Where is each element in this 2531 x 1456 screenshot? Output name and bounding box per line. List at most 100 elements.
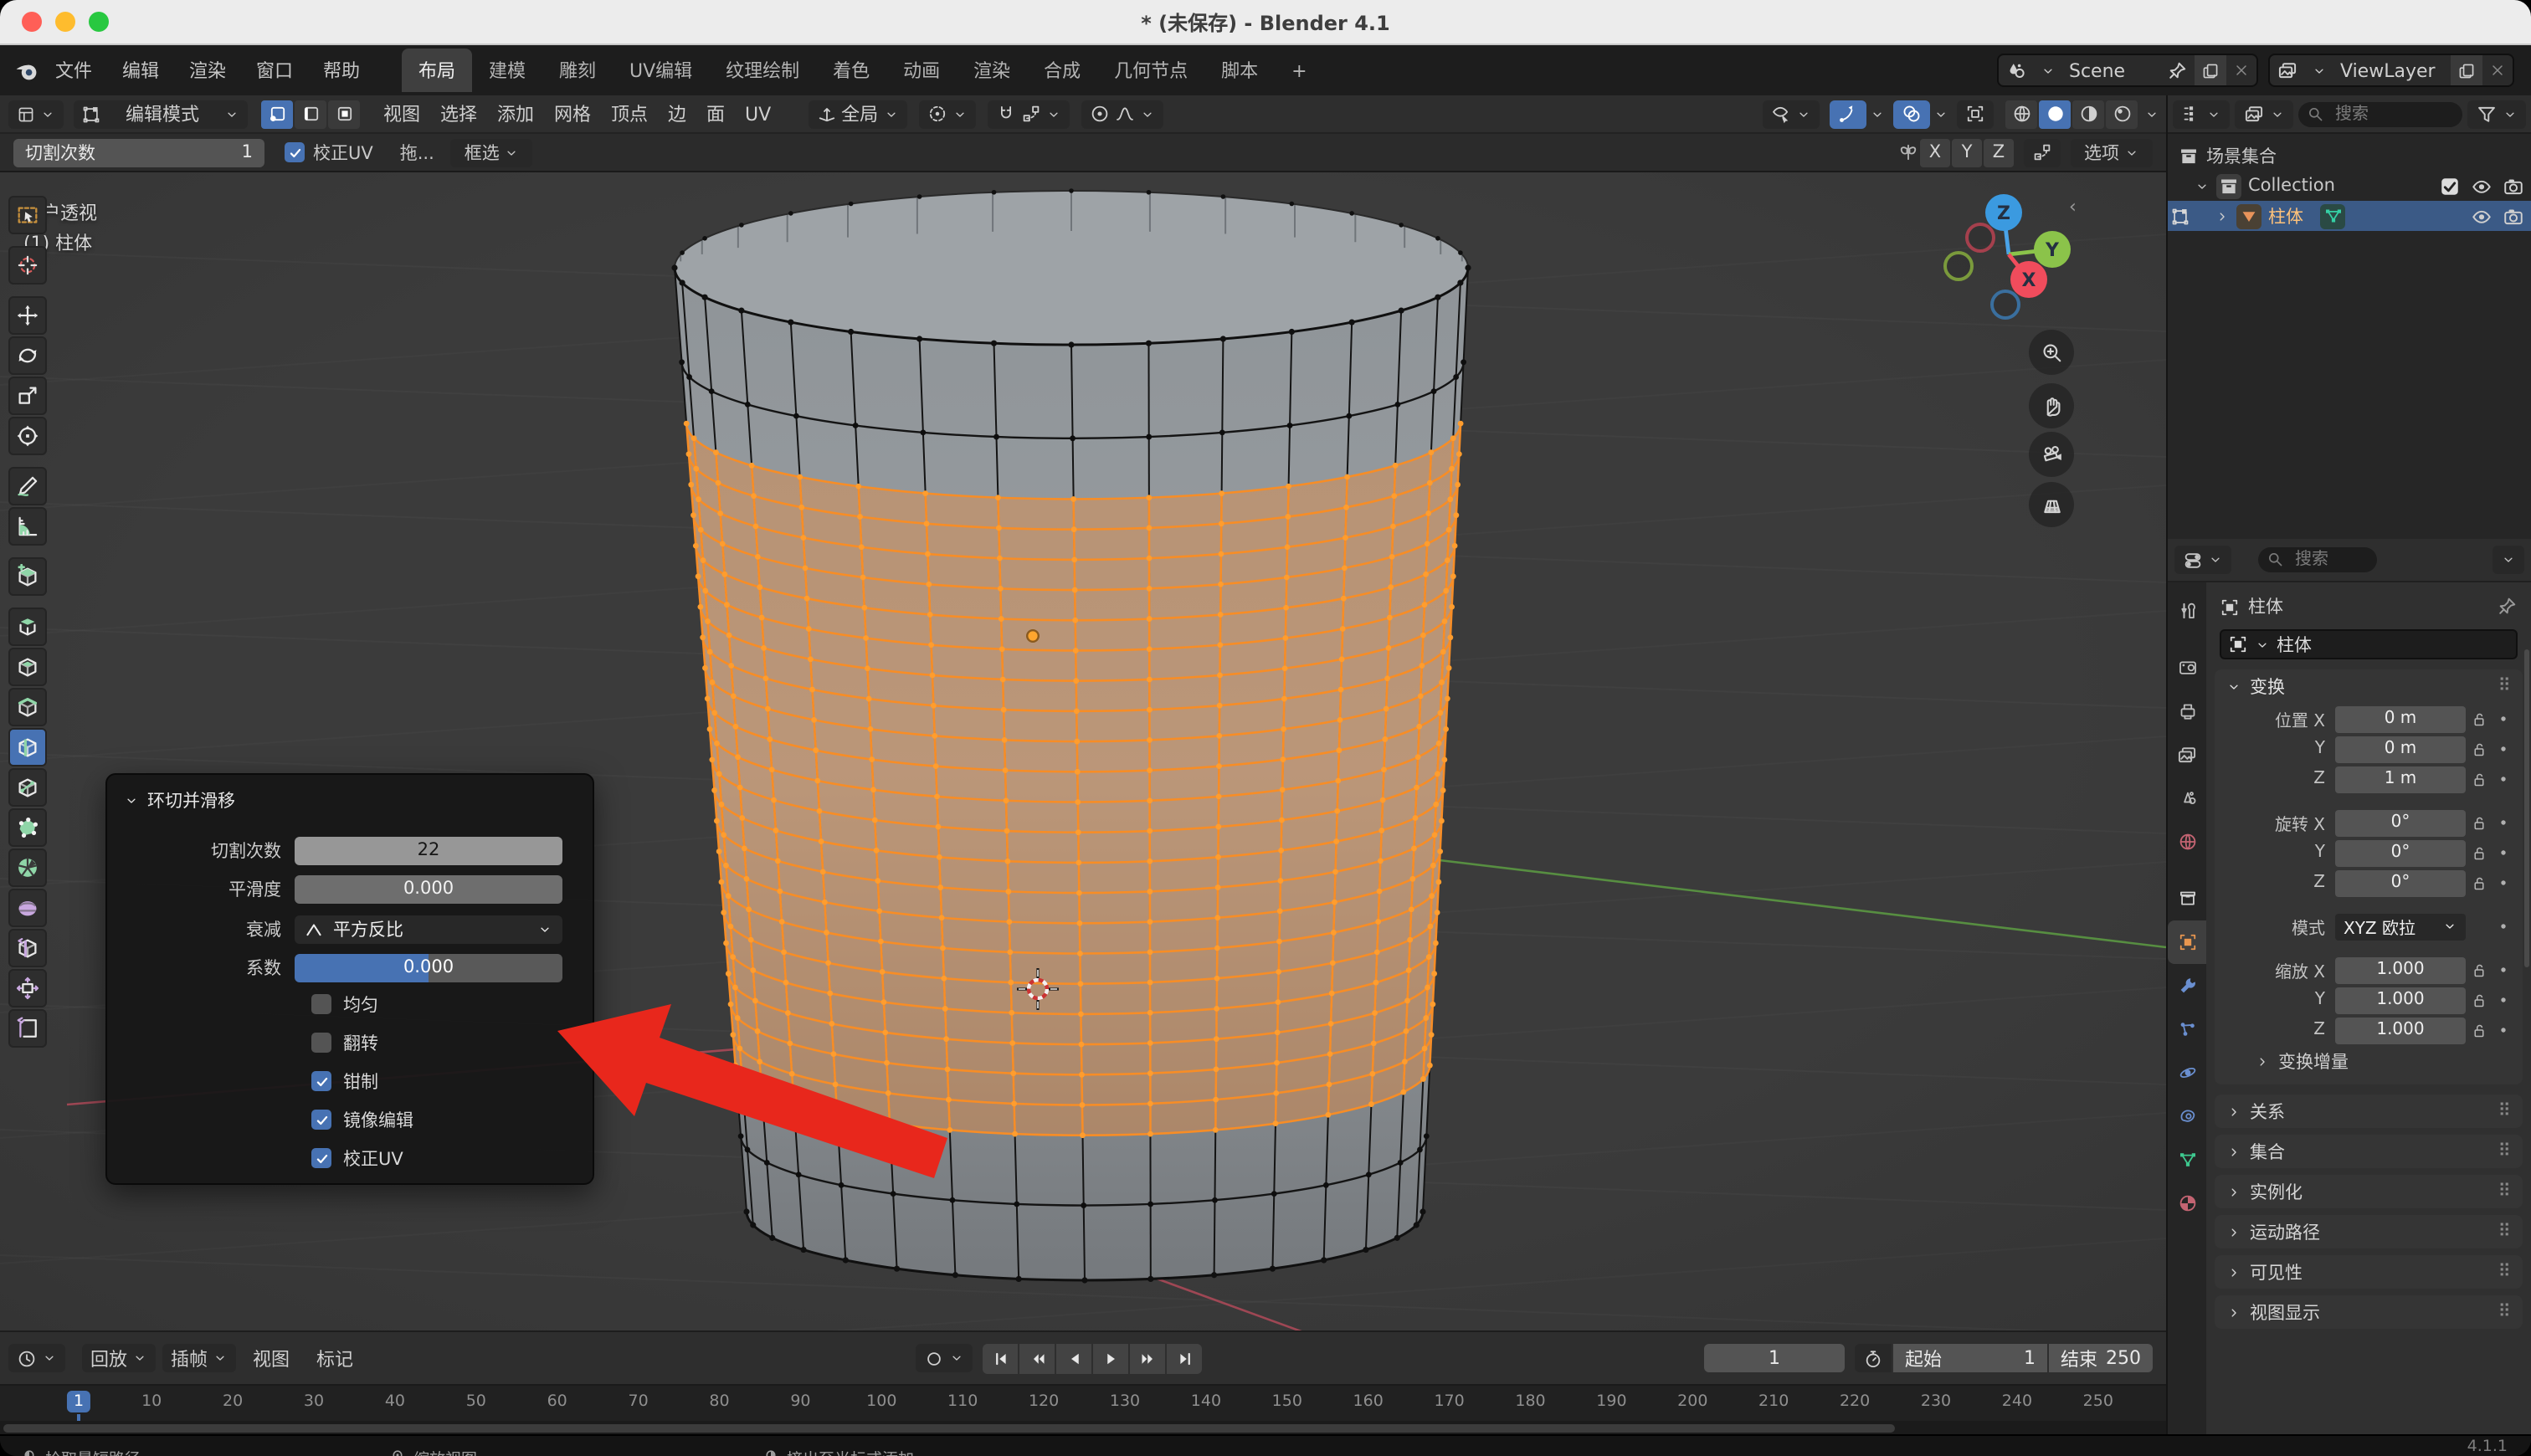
wireframe-shading-button[interactable] — [2005, 100, 2037, 128]
shading-dropdown-icon[interactable] — [2144, 106, 2159, 121]
properties-tab-particles[interactable] — [2168, 1007, 2206, 1051]
workspace-tab-雕刻[interactable]: 雕刻 — [542, 49, 613, 92]
tool-edge-slide[interactable] — [8, 929, 47, 967]
tool-bevel[interactable] — [8, 688, 47, 726]
rendered-shading-button[interactable] — [2106, 100, 2138, 128]
object-name-field[interactable]: 柱体 — [2220, 629, 2518, 659]
workspace-tab-建模[interactable]: 建模 — [472, 49, 542, 92]
outliner-search[interactable] — [2298, 101, 2462, 126]
editor-type-button[interactable] — [8, 100, 64, 128]
tool-rip-region[interactable] — [8, 1009, 47, 1048]
viewport-menu-添加[interactable]: 添加 — [487, 95, 544, 132]
menu-帮助[interactable]: 帮助 — [308, 50, 375, 90]
hide-eye-icon[interactable] — [2471, 175, 2492, 197]
panel-视图显示[interactable]: 视图显示⠿ — [2215, 1295, 2523, 1329]
properties-editor-type-button[interactable] — [2174, 546, 2231, 574]
operator-panel-header[interactable]: 环切并滑移 — [107, 775, 593, 820]
show-overlays-toggle[interactable] — [1893, 100, 1930, 128]
use-preview-range-button[interactable] — [1855, 1344, 1892, 1372]
current-frame-field[interactable]: 1 — [1704, 1344, 1845, 1372]
operator-panel[interactable]: 环切并滑移 切割次数 22 平滑度 0.000 衰减 平方反比 系数 0.000… — [105, 773, 594, 1185]
workspace-tab-脚本[interactable]: 脚本 — [1204, 49, 1275, 92]
factor-slider[interactable]: 0.000 — [295, 953, 562, 982]
orthographic-toggle-button[interactable] — [2029, 482, 2074, 527]
navigation-gizmo[interactable]: Z Y X — [1942, 187, 2086, 331]
gizmo-minus-x-axis[interactable] — [1965, 223, 1995, 253]
snap-base-icon[interactable] — [2024, 138, 2061, 167]
viewport-menu-网格[interactable]: 网格 — [544, 95, 601, 132]
snap-toggle[interactable] — [987, 100, 1069, 128]
workspace-tab-纹理绘制[interactable]: 纹理绘制 — [709, 49, 816, 92]
xray-toggle[interactable] — [1957, 100, 1994, 128]
disable-render-icon[interactable] — [2503, 175, 2524, 197]
scene-name[interactable]: Scene — [2062, 55, 2159, 85]
menu-窗口[interactable]: 窗口 — [241, 50, 308, 90]
properties-options-icon[interactable] — [2492, 546, 2524, 574]
workspace-tab-几何节点[interactable]: 几何节点 — [1097, 49, 1204, 92]
panel-运动路径[interactable]: 运动路径⠿ — [2215, 1215, 2523, 1248]
tool-knife[interactable] — [8, 768, 47, 807]
camera-view-button[interactable] — [2029, 432, 2074, 477]
panel-可见性[interactable]: 可见性⠿ — [2215, 1255, 2523, 1289]
workspace-tab-渲染[interactable]: 渲染 — [957, 49, 1027, 92]
face-select-button[interactable] — [328, 100, 360, 128]
add-workspace-button[interactable]: + — [1275, 51, 1323, 90]
new-scene-icon[interactable] — [2195, 55, 2226, 85]
properties-tab-scene[interactable] — [2168, 777, 2206, 820]
viewlayer-selector[interactable]: ViewLayer — [2268, 54, 2514, 87]
viewport-menu-顶点[interactable]: 顶点 — [601, 95, 658, 132]
properties-tab-constraints[interactable] — [2168, 1095, 2206, 1138]
properties-search-input[interactable] — [2292, 549, 2369, 571]
timeline-menu-标记[interactable]: 标记 — [306, 1340, 363, 1377]
outliner-search-input[interactable] — [2332, 103, 2454, 125]
exclude-checkbox[interactable] — [2439, 175, 2461, 197]
jump-to-end-button[interactable] — [1167, 1343, 1202, 1373]
transform-value-field[interactable]: 1.000 — [2335, 1017, 2466, 1043]
play-button[interactable] — [1093, 1343, 1128, 1373]
properties-tab-material[interactable] — [2168, 1182, 2206, 1225]
viewport-menu-UV[interactable]: UV — [735, 98, 781, 130]
timeline-menu-视图[interactable]: 视图 — [243, 1340, 300, 1377]
properties-tab-data[interactable] — [2168, 1138, 2206, 1182]
hide-eye-icon[interactable] — [2471, 205, 2492, 227]
transform-value-field[interactable]: 1.000 — [2335, 956, 2466, 983]
mode-dropdown[interactable]: 编辑模式 — [74, 100, 248, 128]
scene-collection-row[interactable]: 场景集合 — [2168, 141, 2531, 171]
tool-cursor[interactable] — [8, 246, 47, 285]
transform-orientation-dropdown[interactable]: 全局 — [808, 100, 906, 128]
timeline-ruler[interactable]: 1020304050607080901001101201301401501601… — [0, 1384, 2166, 1421]
vertex-select-button[interactable] — [261, 100, 293, 128]
edge-select-button[interactable] — [295, 100, 326, 128]
transform-value-field[interactable]: 1 m — [2335, 766, 2466, 792]
workspace-tab-布局[interactable]: 布局 — [402, 49, 472, 92]
gizmo-minus-y-axis[interactable] — [1943, 251, 1974, 281]
solid-shading-button[interactable] — [2039, 100, 2071, 128]
properties-tab-object[interactable] — [2168, 920, 2206, 964]
disable-render-icon[interactable] — [2503, 205, 2524, 227]
gizmo-x-axis[interactable]: X — [2010, 261, 2047, 298]
proportional-editing-toggle[interactable] — [1081, 100, 1163, 128]
workspace-tab-着色[interactable]: 着色 — [816, 49, 886, 92]
visibility-dropdown[interactable] — [1763, 100, 1820, 128]
viewlayer-browse-icon[interactable] — [2270, 55, 2305, 85]
properties-tab-world[interactable] — [2168, 820, 2206, 864]
tool-annotate[interactable] — [8, 467, 47, 505]
chevron-down-icon[interactable] — [2034, 55, 2062, 85]
menu-渲染[interactable]: 渲染 — [174, 50, 241, 90]
properties-scrollbar[interactable] — [2524, 649, 2529, 967]
menu-文件[interactable]: 文件 — [40, 50, 107, 90]
unlink-scene-icon[interactable] — [2226, 55, 2256, 85]
smoothness-value-field[interactable]: 0.000 — [295, 874, 562, 903]
operator-checkbox-均匀[interactable]: 均匀 — [311, 991, 378, 1018]
overlays-dropdown-icon[interactable] — [1933, 106, 1948, 121]
mirror-x-button[interactable]: X — [1920, 138, 1950, 167]
transform-value-field[interactable]: 0° — [2335, 839, 2466, 866]
transform-value-field[interactable]: 1.000 — [2335, 987, 2466, 1013]
workspace-tab-UV编辑[interactable]: UV编辑 — [613, 49, 709, 92]
timeline-menu-回放[interactable]: 回放 — [82, 1344, 156, 1372]
zoom-view-button[interactable] — [2029, 330, 2074, 375]
properties-tab-physics[interactable] — [2168, 1051, 2206, 1095]
pin-icon[interactable] — [2496, 596, 2518, 618]
show-gizmo-toggle[interactable] — [1830, 100, 1866, 128]
transform-value-field[interactable]: 0 m — [2335, 736, 2466, 762]
